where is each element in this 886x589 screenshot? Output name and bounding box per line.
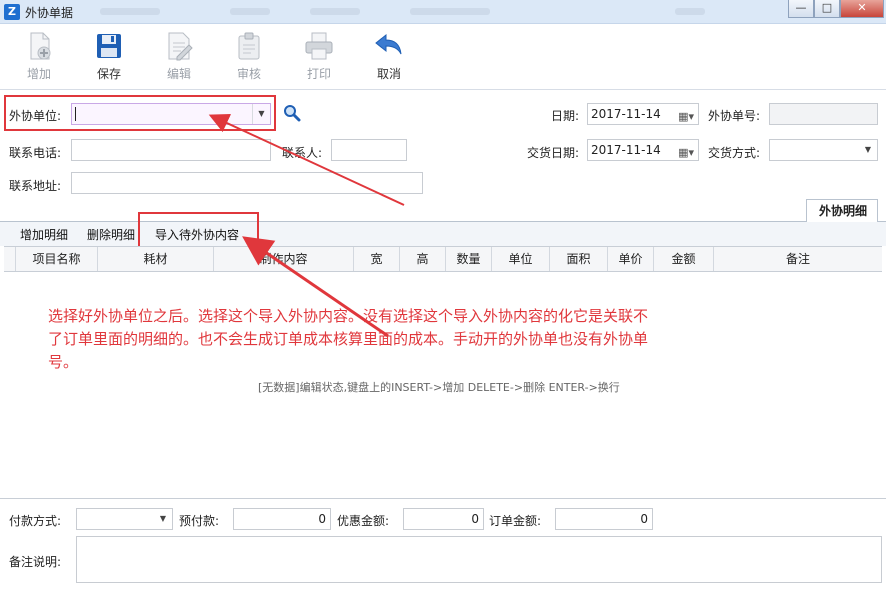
delivery-method-combo[interactable]: ▼ bbox=[769, 139, 878, 161]
discount-label: 优惠金额: bbox=[337, 514, 390, 528]
address-label: 联系地址: bbox=[9, 179, 62, 193]
undo-arrow-icon bbox=[375, 33, 402, 55]
clipboard-icon bbox=[238, 32, 260, 60]
column-header[interactable]: 单价 bbox=[608, 247, 654, 271]
blurred-tab bbox=[410, 8, 490, 15]
contact-field[interactable] bbox=[331, 139, 407, 161]
order-number-field[interactable] bbox=[769, 103, 878, 125]
column-header[interactable]: 宽 bbox=[354, 247, 400, 271]
calendar-dropdown-icon[interactable]: ▦▾ bbox=[678, 143, 694, 163]
discount-value: 0 bbox=[471, 512, 479, 526]
column-header[interactable]: 金额 bbox=[654, 247, 714, 271]
order-number-label: 外协单号: bbox=[708, 109, 761, 123]
edit-button-label: 编辑 bbox=[166, 67, 191, 81]
audit-button-label: 审核 bbox=[236, 67, 261, 81]
detail-actions-bar: 增加明细 删除明细 导入待外协内容 bbox=[0, 222, 886, 246]
prepay-label: 预付款: bbox=[179, 514, 220, 528]
footer-panel: 付款方式: ▼ 预付款: 0 优惠金额: 0 订单金额: 0 备注说明: bbox=[0, 498, 886, 589]
edit-button[interactable]: 编辑 bbox=[151, 30, 207, 82]
payment-method-combo[interactable]: ▼ bbox=[76, 508, 173, 530]
prepay-field[interactable]: 0 bbox=[233, 508, 331, 530]
order-amount-label: 订单金额: bbox=[489, 514, 542, 528]
window-title: 外协单据 bbox=[25, 6, 74, 20]
date-label: 日期: bbox=[551, 109, 580, 123]
date-value: 2017-11-14 bbox=[591, 107, 661, 121]
print-button-label: 打印 bbox=[306, 67, 331, 81]
minimize-button[interactable]: — bbox=[788, 0, 814, 18]
discount-field[interactable]: 0 bbox=[403, 508, 484, 530]
payment-method-label: 付款方式: bbox=[9, 514, 62, 528]
row-indicator-header bbox=[4, 247, 16, 271]
blurred-tab bbox=[230, 8, 270, 15]
phone-label: 联系电话: bbox=[9, 146, 62, 160]
save-button[interactable]: 保存 bbox=[81, 30, 137, 82]
blurred-tab bbox=[310, 8, 360, 15]
maximize-button[interactable]: □ bbox=[814, 0, 840, 18]
column-header[interactable]: 耗材 bbox=[98, 247, 214, 271]
annotation-note: 选择好外协单位之后。选择这个导入外协内容。没有选择这个导入外协内容的化它是关联不… bbox=[48, 307, 649, 371]
column-header[interactable]: 项目名称 bbox=[16, 247, 98, 271]
floppy-disk-icon bbox=[97, 34, 121, 58]
add-detail-button[interactable]: 增加明细 bbox=[20, 226, 68, 243]
toolbar: 增加 保存 编辑 审核 打印 取消 bbox=[0, 24, 886, 90]
highlight-box-vendor bbox=[4, 95, 276, 131]
printer-icon bbox=[305, 32, 333, 60]
close-button[interactable]: ✕ bbox=[840, 0, 884, 18]
app-logo-icon: Z bbox=[4, 4, 20, 20]
delete-detail-button[interactable]: 删除明细 bbox=[87, 226, 135, 243]
order-amount-field[interactable]: 0 bbox=[555, 508, 653, 530]
empty-grid-hint: [无数据]编辑状态,键盘上的INSERT->增加 DELETE->删除 ENTE… bbox=[258, 381, 620, 394]
grid-header: 项目名称 耗材 制作内容 宽 高 数量 单位 面积 单价 金额 备注 bbox=[4, 246, 882, 272]
date-field[interactable]: 2017-11-14 ▦▾ bbox=[587, 103, 699, 125]
phone-field[interactable] bbox=[71, 139, 271, 161]
add-button-label: 增加 bbox=[26, 67, 51, 81]
tab-outsource-detail[interactable]: 外协明细 bbox=[805, 199, 878, 222]
title-bar: Z 外协单据 — □ ✕ bbox=[0, 0, 886, 24]
delivery-method-label: 交货方式: bbox=[708, 146, 761, 160]
column-header[interactable]: 备注 bbox=[714, 247, 882, 271]
chevron-down-icon[interactable]: ▼ bbox=[859, 140, 877, 160]
cancel-button-label: 取消 bbox=[376, 67, 401, 81]
blurred-tab bbox=[675, 8, 705, 15]
delivery-date-field[interactable]: 2017-11-14 ▦▾ bbox=[587, 139, 699, 161]
audit-button[interactable]: 审核 bbox=[221, 30, 277, 82]
column-header[interactable]: 单位 bbox=[492, 247, 550, 271]
column-header[interactable]: 面积 bbox=[550, 247, 608, 271]
address-field[interactable] bbox=[71, 172, 423, 194]
chevron-down-icon[interactable]: ▼ bbox=[154, 509, 172, 529]
print-button[interactable]: 打印 bbox=[291, 30, 347, 82]
remark-field[interactable] bbox=[76, 536, 882, 583]
calendar-dropdown-icon[interactable]: ▦▾ bbox=[678, 107, 694, 127]
add-button[interactable]: 增加 bbox=[11, 30, 67, 82]
column-header[interactable]: 制作内容 bbox=[214, 247, 354, 271]
blurred-tab bbox=[100, 8, 160, 15]
order-amount-value: 0 bbox=[640, 512, 648, 526]
delivery-date-value: 2017-11-14 bbox=[591, 143, 661, 157]
column-header[interactable]: 高 bbox=[400, 247, 446, 271]
edit-document-icon bbox=[168, 32, 193, 61]
save-button-label: 保存 bbox=[96, 67, 121, 81]
contact-label: 联系人: bbox=[282, 146, 323, 160]
prepay-value: 0 bbox=[318, 512, 326, 526]
column-header[interactable]: 数量 bbox=[446, 247, 492, 271]
detail-tabstrip: 外协明细 bbox=[0, 196, 886, 222]
cancel-button[interactable]: 取消 bbox=[361, 30, 417, 82]
add-document-icon bbox=[30, 32, 51, 60]
delivery-date-label: 交货日期: bbox=[527, 146, 580, 160]
search-icon[interactable] bbox=[283, 104, 301, 122]
remark-label: 备注说明: bbox=[9, 555, 62, 569]
highlight-box-import bbox=[138, 212, 259, 248]
